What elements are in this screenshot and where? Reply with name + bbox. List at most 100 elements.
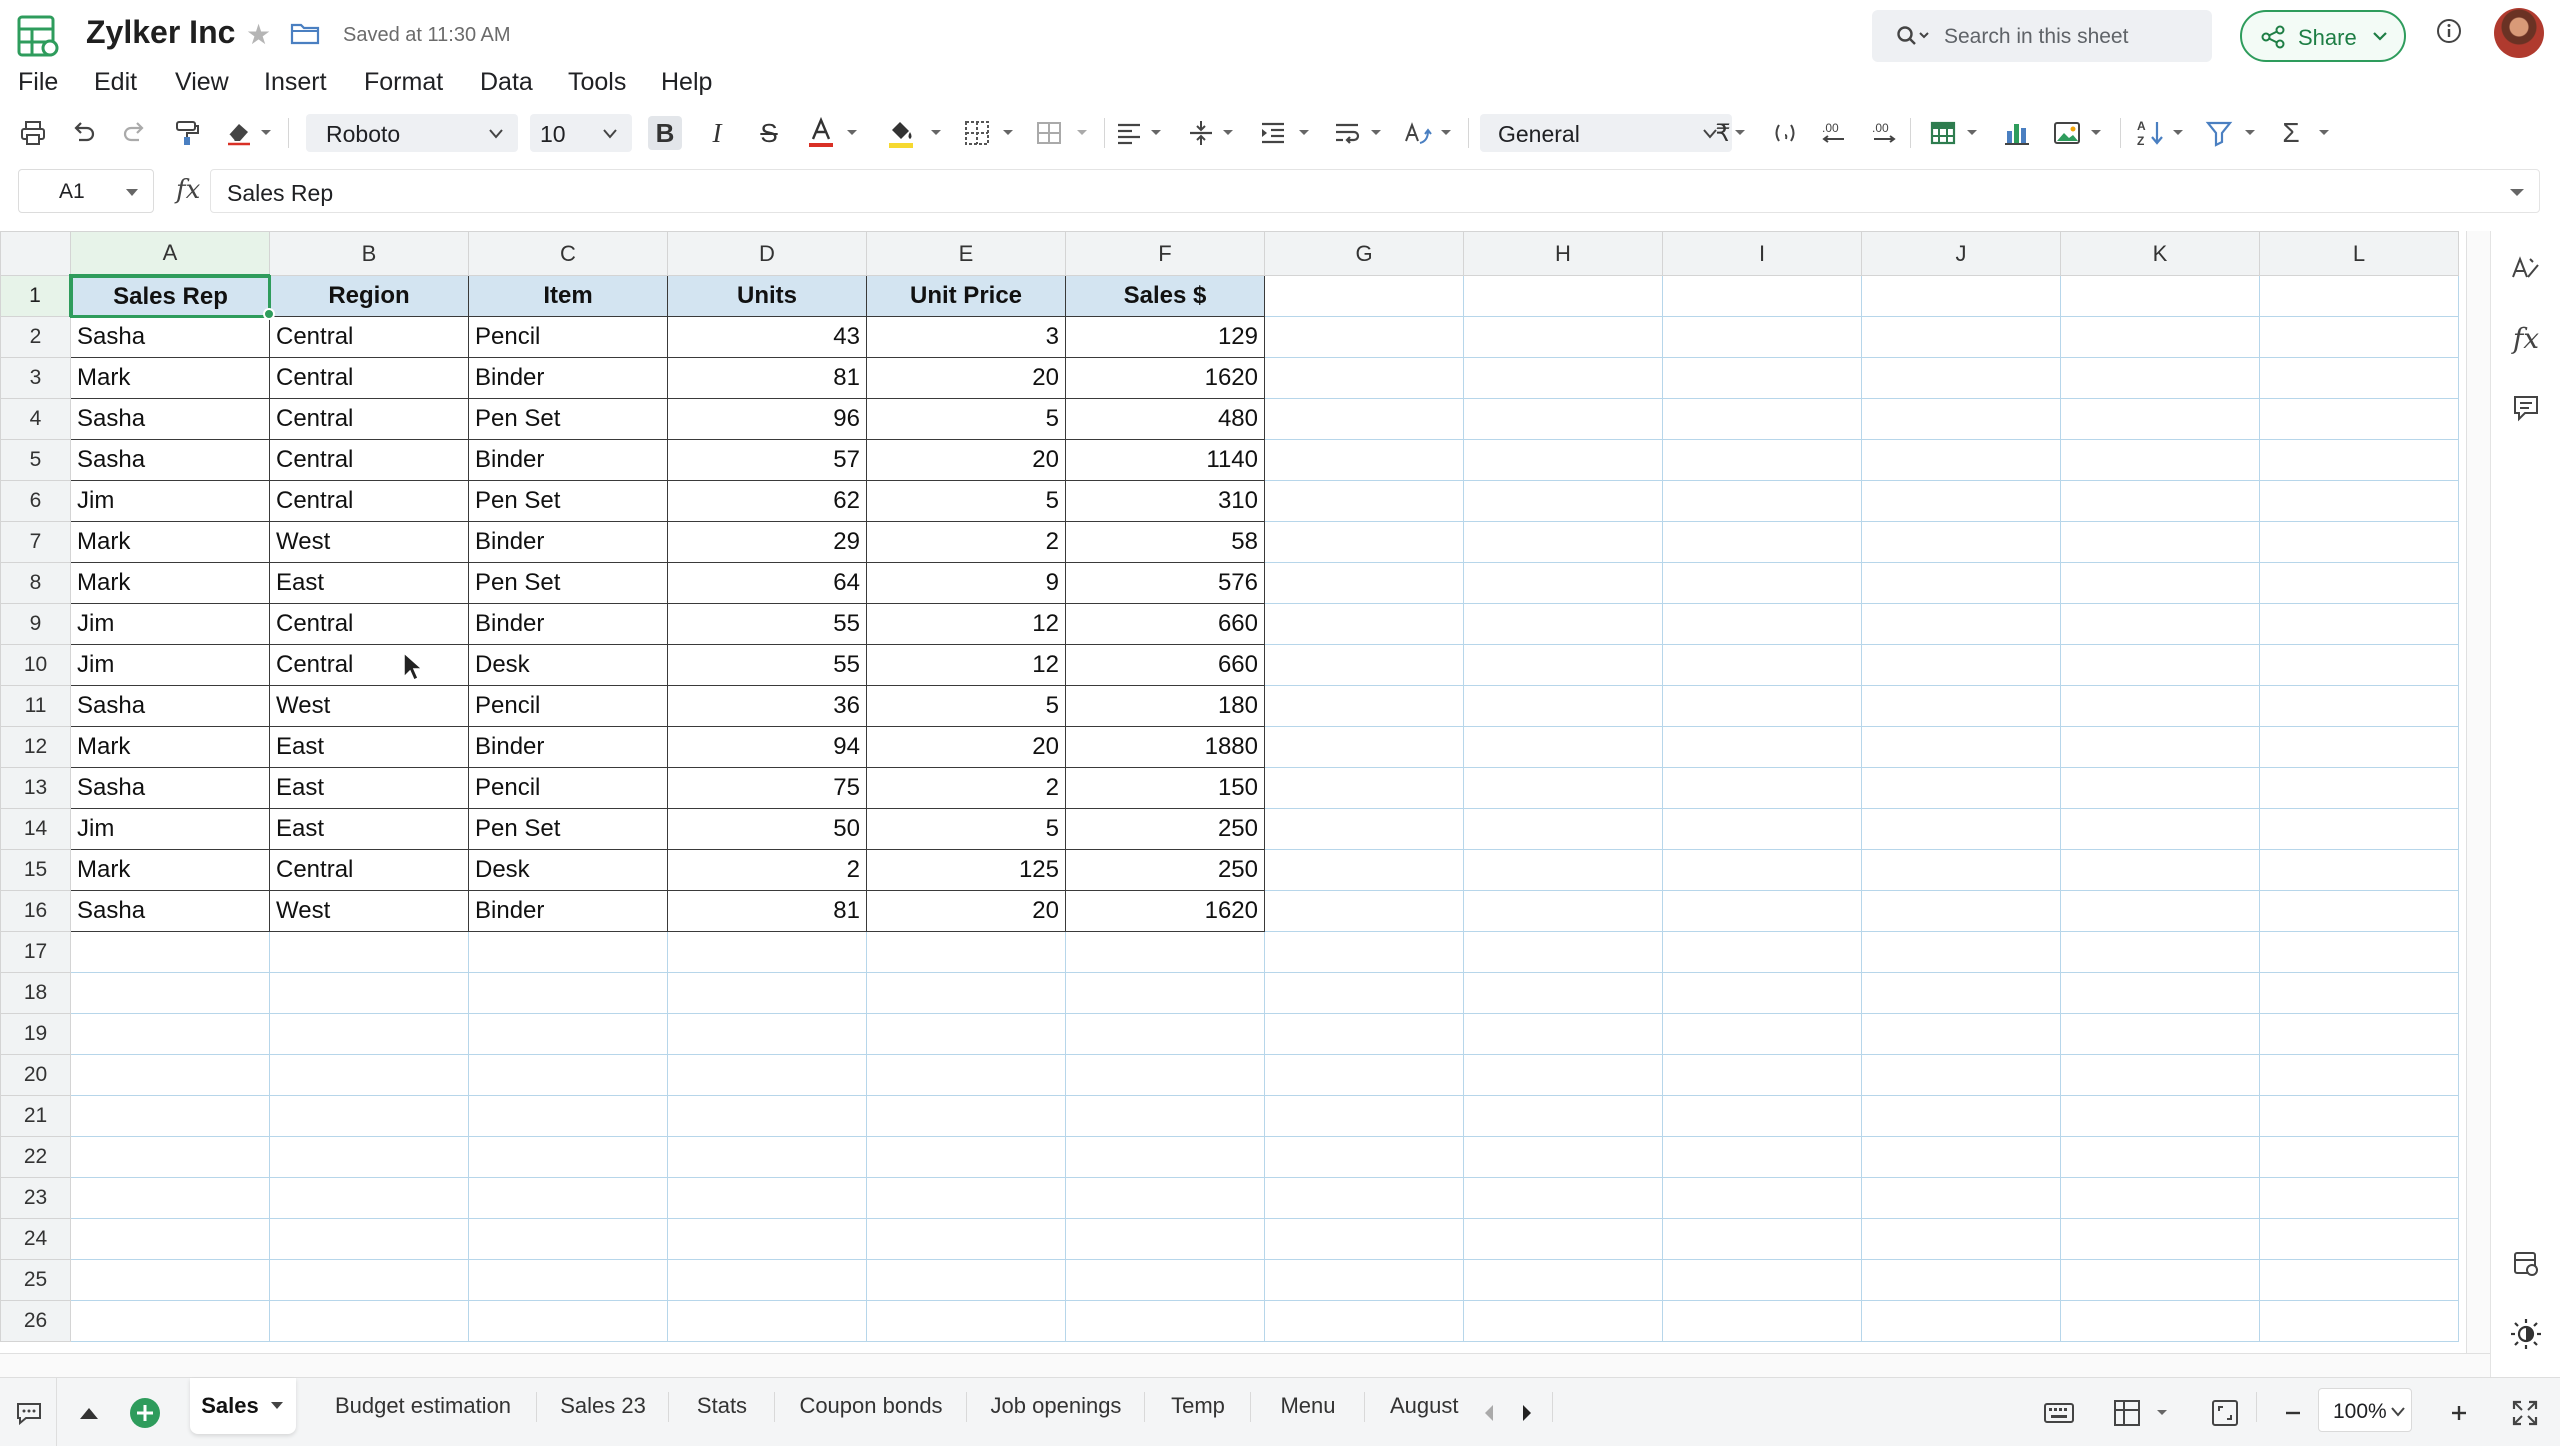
cell-g2[interactable]	[1264, 316, 1464, 358]
fullscreen-icon[interactable]	[2508, 1396, 2542, 1430]
cell-b20[interactable]	[269, 1054, 469, 1096]
tab-temp[interactable]: Temp	[1154, 1378, 1242, 1434]
cell-d17[interactable]	[667, 931, 867, 973]
column-header-l[interactable]: L	[2259, 231, 2459, 276]
cell-k25[interactable]	[2060, 1259, 2260, 1301]
cell-f10[interactable]: 660	[1065, 644, 1265, 686]
comment-icon[interactable]	[2509, 391, 2543, 425]
cell-a3[interactable]: Mark	[70, 357, 270, 399]
cell-g9[interactable]	[1264, 603, 1464, 645]
tab-sales[interactable]: Sales	[190, 1378, 296, 1434]
cell-f22[interactable]	[1065, 1136, 1265, 1178]
cell-h13[interactable]	[1463, 767, 1663, 809]
cell-c6[interactable]: Pen Set	[468, 480, 668, 522]
cell-j9[interactable]	[1861, 603, 2061, 645]
cell-f11[interactable]: 180	[1065, 685, 1265, 727]
document-title[interactable]: Zylker Inc	[86, 14, 235, 51]
cell-h26[interactable]	[1463, 1300, 1663, 1342]
cell-i21[interactable]	[1662, 1095, 1862, 1137]
cell-g20[interactable]	[1264, 1054, 1464, 1096]
tab-sales-23[interactable]: Sales 23	[546, 1378, 660, 1434]
cell-b4[interactable]: Central	[269, 398, 469, 440]
cell-k4[interactable]	[2060, 398, 2260, 440]
cell-h17[interactable]	[1463, 931, 1663, 973]
cell-b24[interactable]	[269, 1218, 469, 1260]
cell-b2[interactable]: Central	[269, 316, 469, 358]
cell-e5[interactable]: 20	[866, 439, 1066, 481]
cell-c1[interactable]: Item	[468, 275, 668, 317]
cell-l15[interactable]	[2259, 849, 2459, 891]
text-wrap-icon[interactable]	[1330, 116, 1364, 150]
row-header[interactable]: 20	[0, 1054, 71, 1096]
cell-f5[interactable]: 1140	[1065, 439, 1265, 481]
cell-d11[interactable]: 36	[667, 685, 867, 727]
row-header[interactable]: 3	[0, 357, 71, 399]
row-header[interactable]: 7	[0, 521, 71, 563]
avatar[interactable]	[2494, 8, 2544, 58]
cell-h5[interactable]	[1463, 439, 1663, 481]
cell-i12[interactable]	[1662, 726, 1862, 768]
cell-j14[interactable]	[1861, 808, 2061, 850]
menu-edit[interactable]: Edit	[94, 68, 137, 97]
cell-b11[interactable]: West	[269, 685, 469, 727]
cell-f25[interactable]	[1065, 1259, 1265, 1301]
font-family-select[interactable]: Roboto	[306, 114, 518, 152]
cell-d16[interactable]: 81	[667, 890, 867, 932]
cell-e25[interactable]	[866, 1259, 1066, 1301]
star-icon[interactable]: ★	[246, 18, 271, 51]
cell-c4[interactable]: Pen Set	[468, 398, 668, 440]
cell-b8[interactable]: East	[269, 562, 469, 604]
row-header[interactable]: 22	[0, 1136, 71, 1178]
cell-j22[interactable]	[1861, 1136, 2061, 1178]
cell-h24[interactable]	[1463, 1218, 1663, 1260]
cell-c15[interactable]: Desk	[468, 849, 668, 891]
cell-h23[interactable]	[1463, 1177, 1663, 1219]
cell-a8[interactable]: Mark	[70, 562, 270, 604]
cell-i23[interactable]	[1662, 1177, 1862, 1219]
cell-f6[interactable]: 310	[1065, 480, 1265, 522]
search-input[interactable]: Search in this sheet	[1872, 10, 2212, 62]
cell-c7[interactable]: Binder	[468, 521, 668, 563]
cell-g18[interactable]	[1264, 972, 1464, 1014]
cell-g10[interactable]	[1264, 644, 1464, 686]
cell-j2[interactable]	[1861, 316, 2061, 358]
cell-k15[interactable]	[2060, 849, 2260, 891]
cell-e9[interactable]: 12	[866, 603, 1066, 645]
cell-c24[interactable]	[468, 1218, 668, 1260]
cell-f17[interactable]	[1065, 931, 1265, 973]
tab-budget-estimation[interactable]: Budget estimation	[318, 1378, 528, 1434]
scroll-tabs-left-icon[interactable]	[1472, 1396, 1506, 1430]
cell-k8[interactable]	[2060, 562, 2260, 604]
tab-august[interactable]: August	[1374, 1378, 1478, 1434]
column-header-i[interactable]: I	[1662, 231, 1862, 276]
cell-j13[interactable]	[1861, 767, 2061, 809]
cell-j25[interactable]	[1861, 1259, 2061, 1301]
cell-k19[interactable]	[2060, 1013, 2260, 1055]
cell-k20[interactable]	[2060, 1054, 2260, 1096]
cell-c3[interactable]: Binder	[468, 357, 668, 399]
cell-j24[interactable]	[1861, 1218, 2061, 1260]
cell-a15[interactable]: Mark	[70, 849, 270, 891]
cell-e21[interactable]	[866, 1095, 1066, 1137]
cell-k26[interactable]	[2060, 1300, 2260, 1342]
cell-f16[interactable]: 1620	[1065, 890, 1265, 932]
cell-k11[interactable]	[2060, 685, 2260, 727]
cell-i20[interactable]	[1662, 1054, 1862, 1096]
cell-g25[interactable]	[1264, 1259, 1464, 1301]
cell-h11[interactable]	[1463, 685, 1663, 727]
theme-icon[interactable]	[2509, 1317, 2543, 1351]
cell-a22[interactable]	[70, 1136, 270, 1178]
cell-h19[interactable]	[1463, 1013, 1663, 1055]
vertical-align-icon[interactable]	[1184, 116, 1218, 150]
cell-l2[interactable]	[2259, 316, 2459, 358]
cell-b15[interactable]: Central	[269, 849, 469, 891]
fit-to-screen-icon[interactable]	[2208, 1396, 2242, 1430]
cell-f19[interactable]	[1065, 1013, 1265, 1055]
cell-i4[interactable]	[1662, 398, 1862, 440]
cell-e2[interactable]: 3	[866, 316, 1066, 358]
cell-l19[interactable]	[2259, 1013, 2459, 1055]
cell-l17[interactable]	[2259, 931, 2459, 973]
align-left-icon[interactable]	[1112, 116, 1146, 150]
chevron-down-icon[interactable]	[846, 128, 858, 138]
chevron-down-icon[interactable]	[1002, 128, 1014, 138]
